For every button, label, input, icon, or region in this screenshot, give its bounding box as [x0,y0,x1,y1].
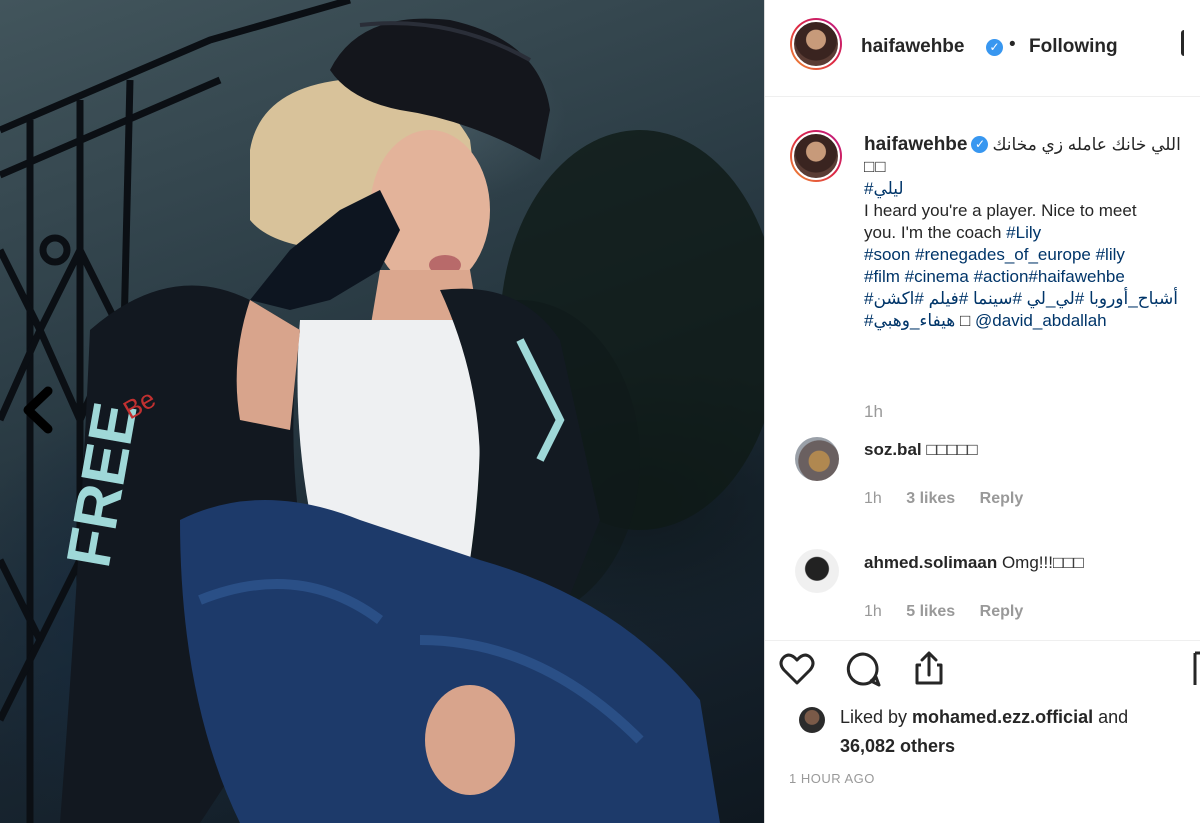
caption-hashtag-arabic[interactable]: #ليلي [864,178,1200,200]
commenter-avatar[interactable] [795,549,839,593]
caption-line-arabic-1: اللي خانك عامله زي مخانك [992,135,1181,154]
comment-likes[interactable]: 5 likes [906,603,955,620]
chevron-left-icon [23,386,53,434]
caption-time[interactable]: 1h [864,402,883,422]
verified-badge-icon: ✓ [986,39,1003,56]
caption-line-english-2: you. I'm the coach [864,223,1007,242]
mention-link[interactable]: @david_abdallah [975,311,1107,330]
comment-meta: 1h 3 likes Reply [864,490,1043,508]
comment-text: □□□□□ [926,440,978,459]
comment-likes[interactable]: 3 likes [906,490,955,507]
caption-hashtag-arabic-2[interactable]: #هيفاء_وهبي [864,311,955,330]
caption-line-english-1: I heard you're a player. Nice to meet [864,201,1137,220]
post-photo[interactable]: FREE Be [0,0,764,823]
comment-time[interactable]: 1h [864,490,882,507]
comment: soz.bal □□□□□ [864,440,978,460]
caption-hashtags-1[interactable]: #soon #renegades_of_europe #lily [864,244,1200,266]
post-side-panel: haifawehbe ✓ • Following haifawehbe ✓ اللي… [764,0,1200,823]
separator-dot: • [1009,34,1016,55]
share-button[interactable] [909,649,949,689]
likes-count[interactable]: 36,082 others [840,736,955,756]
like-button[interactable] [777,649,817,689]
comment-text: Omg!!!□□□ [1001,553,1084,572]
author-username[interactable]: haifawehbe [861,36,964,58]
bookmark-icon [1193,651,1200,685]
post-caption: haifawehbe ✓ اللي خانك عامله زي مخانك □□ #… [864,134,1200,332]
caption-emoji-placeholder-2: □ [955,311,975,330]
liked-by-and: and [1093,707,1129,727]
reply-button[interactable]: Reply [980,603,1024,620]
comment: ahmed.solimaan Omg!!!□□□ [864,553,1084,573]
comment-bubble-icon [846,652,881,687]
comment-button[interactable] [843,649,883,689]
photo-illustration: FREE Be [0,0,764,823]
share-icon [915,651,943,685]
caption-emoji-placeholder: □□ [864,157,887,176]
comment-username[interactable]: soz.bal [864,440,922,459]
hashtag-link[interactable]: #Lily [1006,223,1041,242]
comment-time[interactable]: 1h [864,603,882,620]
caption-username[interactable]: haifawehbe [864,134,967,155]
liked-by-prefix: Liked by [840,707,913,727]
liker-username[interactable]: mohamed.ezz.official [912,707,1093,727]
caption-hashtags-2[interactable]: #film #cinema #action#haifawehbe [864,266,1200,288]
save-button[interactable] [1193,649,1200,689]
heart-icon [779,653,815,685]
comment-username[interactable]: ahmed.solimaan [864,553,997,572]
liker-avatar[interactable] [799,707,825,733]
commenter-avatar[interactable] [795,437,839,481]
more-options-icon[interactable] [1181,30,1200,56]
post-actions: Liked by mohamed.ezz.official and 36,082… [765,640,1200,824]
following-button[interactable]: Following [1029,36,1118,58]
reply-button[interactable]: Reply [980,490,1024,507]
verified-badge-icon: ✓ [971,135,989,153]
post-header: haifawehbe ✓ • Following [765,0,1200,97]
caption-hashtags-arabic[interactable]: #أشباح_أوروبا #لي_لي #سينما #فيلم #اكشن [864,288,1200,310]
author-avatar[interactable] [790,18,842,70]
previous-photo-button[interactable] [16,385,60,435]
comment-meta: 1h 5 likes Reply [864,603,1043,621]
post-timestamp[interactable]: 1 HOUR AGO [789,771,875,786]
caption-author-avatar[interactable] [790,130,842,182]
